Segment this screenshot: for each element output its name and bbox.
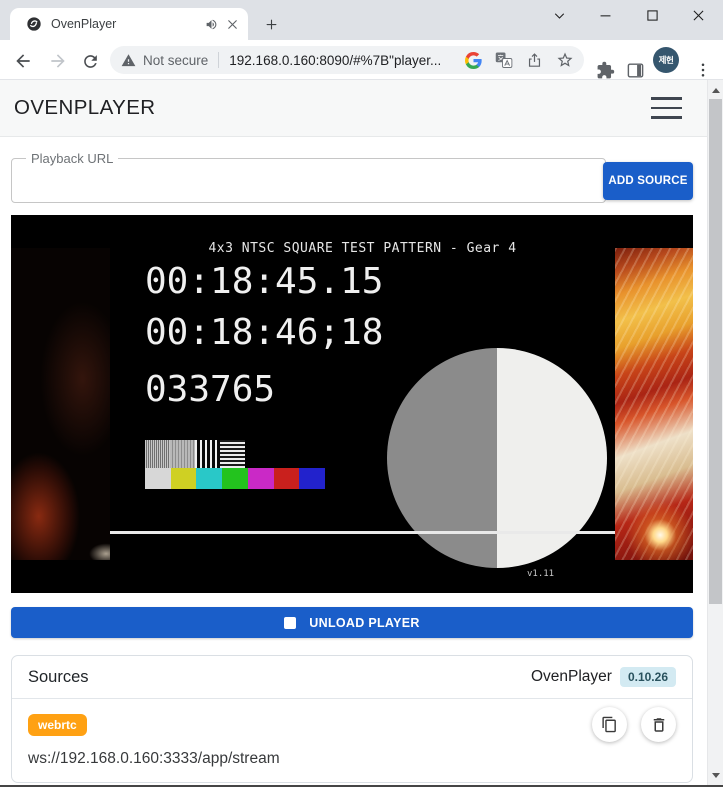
test-pattern-gratings [145, 440, 245, 468]
video-right-content [615, 248, 693, 560]
close-icon [690, 7, 707, 24]
video-player[interactable]: 4x3 NTSC SQUARE TEST PATTERN - Gear 4 00… [11, 215, 693, 593]
playback-url-label: Playback URL [26, 151, 118, 166]
source-url: ws://192.168.0.160:3333/app/stream [28, 750, 676, 768]
profile-avatar[interactable]: 제헌 [653, 47, 679, 73]
protocol-badge: webrtc [28, 714, 87, 736]
browser-toolbar: Not secure 192.168.0.160:8090/#%7B"playe… [0, 40, 723, 80]
page-content: OVENPLAYER Playback URL ADD SOURCE 4x3 N… [0, 80, 707, 785]
scroll-up-button[interactable] [708, 82, 723, 98]
test-pattern-title: 4x3 NTSC SQUARE TEST PATTERN - Gear 4 [110, 241, 615, 256]
pattern-version-label: v1.11 [527, 569, 554, 579]
playback-url-row: Playback URL ADD SOURCE [11, 151, 693, 203]
browser-tab[interactable]: OvenPlayer [10, 8, 248, 40]
trash-icon [650, 716, 668, 734]
test-pattern-line [110, 531, 615, 534]
sources-card: Sources OvenPlayer 0.10.26 webrtc [11, 655, 693, 783]
delete-source-button[interactable] [641, 707, 676, 742]
sources-title: Sources [28, 668, 89, 687]
chevron-down-icon [551, 7, 568, 24]
forward-arrow-icon [48, 51, 68, 71]
ovenplayer-favicon-icon [26, 16, 42, 32]
version-badge: 0.10.26 [620, 667, 676, 687]
add-source-button[interactable]: ADD SOURCE [603, 162, 693, 200]
unload-player-label: UNLOAD PLAYER [309, 616, 419, 630]
frame-counter: 033765 [145, 372, 275, 408]
url-text: 192.168.0.160:8090/#%7B"player... [229, 53, 441, 68]
forward-button[interactable] [45, 48, 71, 74]
tab-search-button[interactable] [548, 4, 570, 26]
timecode-secondary: 00:18:46;18 [145, 315, 383, 351]
translate-icon[interactable] [495, 51, 513, 69]
reload-icon [81, 52, 100, 71]
color-bar [196, 468, 222, 489]
unload-player-button[interactable]: UNLOAD PLAYER [11, 607, 693, 638]
back-arrow-icon [13, 51, 33, 71]
copy-source-button[interactable] [592, 707, 627, 742]
copy-icon [601, 716, 618, 733]
url-divider [218, 52, 219, 68]
player-name-label: OvenPlayer [531, 668, 612, 686]
page-title: OVENPLAYER [14, 96, 155, 120]
color-bar [171, 468, 197, 489]
not-secure-warning-icon [121, 53, 136, 68]
tab-strip: OvenPlayer [0, 0, 723, 40]
scrollbar-thumb[interactable] [709, 99, 722, 604]
hamburger-menu-button[interactable] [651, 90, 682, 126]
color-bar [222, 468, 248, 489]
address-bar[interactable]: Not secure 192.168.0.160:8090/#%7B"playe… [110, 46, 584, 74]
stop-icon [284, 617, 296, 629]
browser-window: OvenPlayer [0, 0, 723, 80]
new-tab-button[interactable] [258, 11, 284, 37]
playback-url-field: Playback URL [11, 151, 606, 203]
google-g-icon[interactable] [465, 52, 482, 69]
maximize-icon [644, 7, 661, 24]
share-icon[interactable] [526, 52, 543, 69]
scroll-down-icon [712, 773, 720, 778]
scroll-up-icon [712, 88, 720, 93]
minimize-icon [597, 7, 614, 24]
minimize-button[interactable] [594, 4, 616, 26]
tab-title: OvenPlayer [51, 17, 205, 31]
tab-close-icon[interactable] [225, 17, 240, 32]
color-bar [274, 468, 300, 489]
tab-audio-icon[interactable] [205, 18, 218, 31]
bookmark-star-icon[interactable] [556, 51, 574, 69]
page-viewport: OVENPLAYER Playback URL ADD SOURCE 4x3 N… [0, 80, 723, 785]
back-button[interactable] [10, 48, 36, 74]
page-scrollbar[interactable] [707, 80, 723, 785]
maximize-button[interactable] [641, 4, 663, 26]
security-label: Not secure [143, 53, 208, 68]
color-bar [145, 468, 171, 489]
color-bar [299, 468, 325, 489]
sources-header: Sources OvenPlayer 0.10.26 [12, 656, 692, 699]
video-left-content [11, 248, 110, 560]
site-header: OVENPLAYER [0, 80, 707, 137]
source-item: webrtc ws://192.168.0.160:3333/app/strea… [12, 699, 692, 782]
timecode-primary: 00:18:45.15 [145, 264, 383, 300]
color-bar [248, 468, 274, 489]
hamburger-icon [651, 97, 682, 100]
color-bars [145, 468, 325, 489]
reload-button[interactable] [77, 48, 103, 74]
test-pattern-circle [387, 348, 607, 568]
window-close-button[interactable] [687, 4, 709, 26]
playback-url-input[interactable] [12, 166, 605, 194]
scroll-down-button[interactable] [708, 767, 723, 783]
